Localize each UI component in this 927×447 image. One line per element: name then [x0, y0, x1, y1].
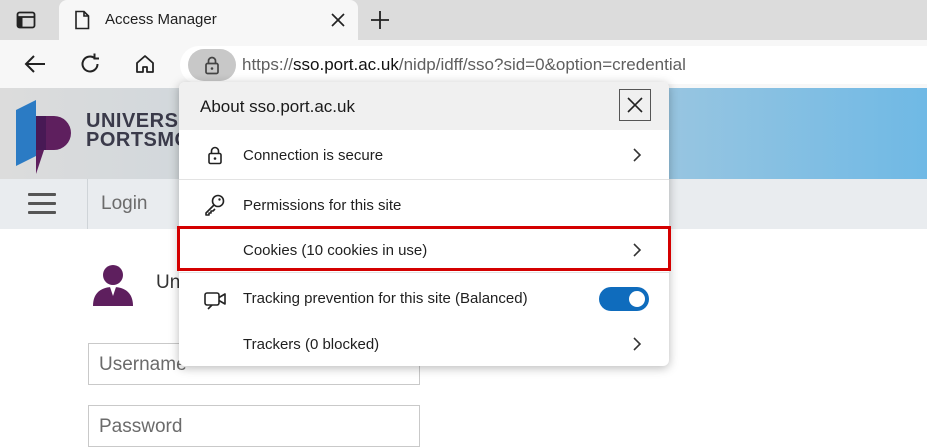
new-tab-icon[interactable]	[369, 9, 391, 31]
url-scheme: https://	[242, 55, 294, 74]
url-text[interactable]: https://sso.port.ac.uk/nidp/idff/sso?sid…	[242, 55, 686, 75]
tab-actions-icon[interactable]	[14, 9, 38, 31]
permissions-label: Permissions for this site	[243, 197, 402, 214]
tracking-prevention-item: Tracking prevention for this site (Balan…	[179, 273, 669, 325]
home-icon[interactable]	[131, 50, 159, 78]
close-tab-icon[interactable]	[329, 11, 347, 29]
chevron-right-icon	[630, 147, 644, 163]
back-icon[interactable]	[21, 50, 49, 78]
key-icon	[203, 192, 227, 216]
trackers-item[interactable]: Trackers (0 blocked)	[179, 325, 669, 366]
tab-bar: Access Manager	[0, 0, 927, 40]
tracking-camera-icon	[203, 287, 227, 311]
tab-title: Access Manager	[105, 11, 217, 28]
hamburger-menu-icon[interactable]	[28, 193, 58, 215]
toggle-knob	[629, 291, 645, 307]
password-placeholder: Password	[99, 416, 183, 437]
url-path: /nidp/idff/sso?sid=0&option=credential	[398, 55, 686, 74]
logo-text: UNIVERS PORTSMO	[86, 111, 191, 151]
university-logo	[16, 96, 76, 176]
lock-icon	[203, 143, 227, 167]
logo-text-line2: PORTSMO	[86, 129, 191, 151]
login-label: Login	[101, 193, 148, 214]
close-icon	[627, 97, 643, 113]
close-popup-button[interactable]	[619, 89, 651, 121]
password-field[interactable]: Password	[88, 405, 420, 447]
menu-divider	[87, 179, 88, 229]
refresh-icon[interactable]	[76, 50, 104, 78]
tracking-prevention-toggle[interactable]	[599, 287, 649, 311]
cookies-highlight-box	[177, 226, 671, 271]
document-icon	[73, 10, 91, 30]
trackers-label: Trackers (0 blocked)	[243, 336, 380, 353]
popup-header: About sso.port.ac.uk	[179, 82, 669, 130]
address-bar[interactable]: https://sso.port.ac.uk/nidp/idff/sso?sid…	[180, 46, 927, 84]
user-icon	[90, 262, 136, 308]
navigation-bar: https://sso.port.ac.uk/nidp/idff/sso?sid…	[0, 40, 927, 88]
chevron-right-icon	[630, 336, 644, 352]
permissions-item[interactable]: Permissions for this site	[179, 180, 669, 226]
browser-tab[interactable]: Access Manager	[59, 0, 358, 40]
site-info-popup: About sso.port.ac.uk Connection is secur…	[179, 82, 669, 366]
lock-icon	[205, 56, 219, 75]
tracking-prevention-label: Tracking prevention for this site (Balan…	[243, 290, 528, 307]
connection-secure-label: Connection is secure	[243, 147, 384, 164]
username-placeholder: Username	[99, 354, 187, 375]
url-host: sso.port.ac.uk	[293, 55, 399, 74]
connection-secure-item[interactable]: Connection is secure	[179, 130, 669, 180]
user-heading: Un	[156, 272, 181, 293]
site-info-button[interactable]	[188, 49, 236, 81]
popup-title: About sso.port.ac.uk	[200, 97, 355, 116]
